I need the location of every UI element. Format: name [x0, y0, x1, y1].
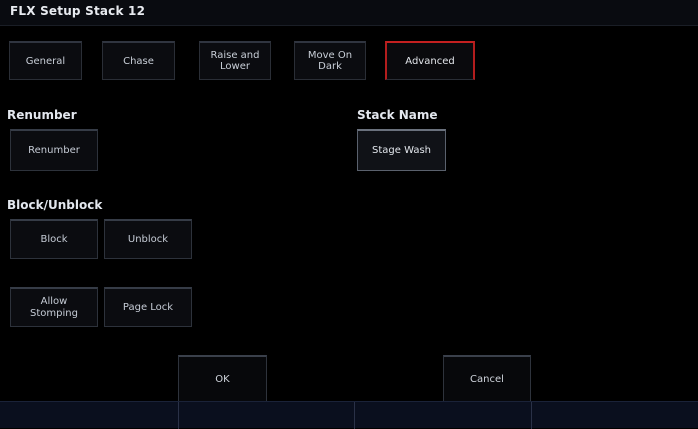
- title-bar: FLX Setup Stack 12: [0, 0, 698, 26]
- unblock-button[interactable]: Unblock: [104, 219, 192, 259]
- page-lock-button[interactable]: Page Lock: [104, 287, 192, 327]
- tab-chase[interactable]: Chase: [102, 41, 175, 80]
- footer-bar: [0, 401, 698, 429]
- tab-advanced[interactable]: Advanced: [385, 41, 475, 80]
- renumber-label: Renumber: [7, 108, 77, 122]
- footer-divider: [354, 402, 355, 429]
- stack-name-field[interactable]: Stage Wash: [357, 129, 446, 171]
- tab-raise-and-lower[interactable]: Raise and Lower: [199, 41, 271, 80]
- renumber-button[interactable]: Renumber: [10, 129, 98, 171]
- block-unblock-label: Block/Unblock: [7, 198, 103, 212]
- footer-divider: [178, 402, 179, 429]
- allow-stomping-button[interactable]: Allow Stomping: [10, 287, 98, 327]
- tab-row: General Chase Raise and Lower Move On Da…: [0, 26, 698, 80]
- footer-divider: [531, 402, 532, 429]
- tab-general[interactable]: General: [9, 41, 82, 80]
- stack-name-label: Stack Name: [357, 108, 438, 122]
- cancel-button[interactable]: Cancel: [443, 355, 531, 401]
- window-title: FLX Setup Stack 12: [10, 4, 146, 18]
- ok-button[interactable]: OK: [178, 355, 267, 401]
- tab-move-on-dark[interactable]: Move On Dark: [294, 41, 366, 80]
- block-button[interactable]: Block: [10, 219, 98, 259]
